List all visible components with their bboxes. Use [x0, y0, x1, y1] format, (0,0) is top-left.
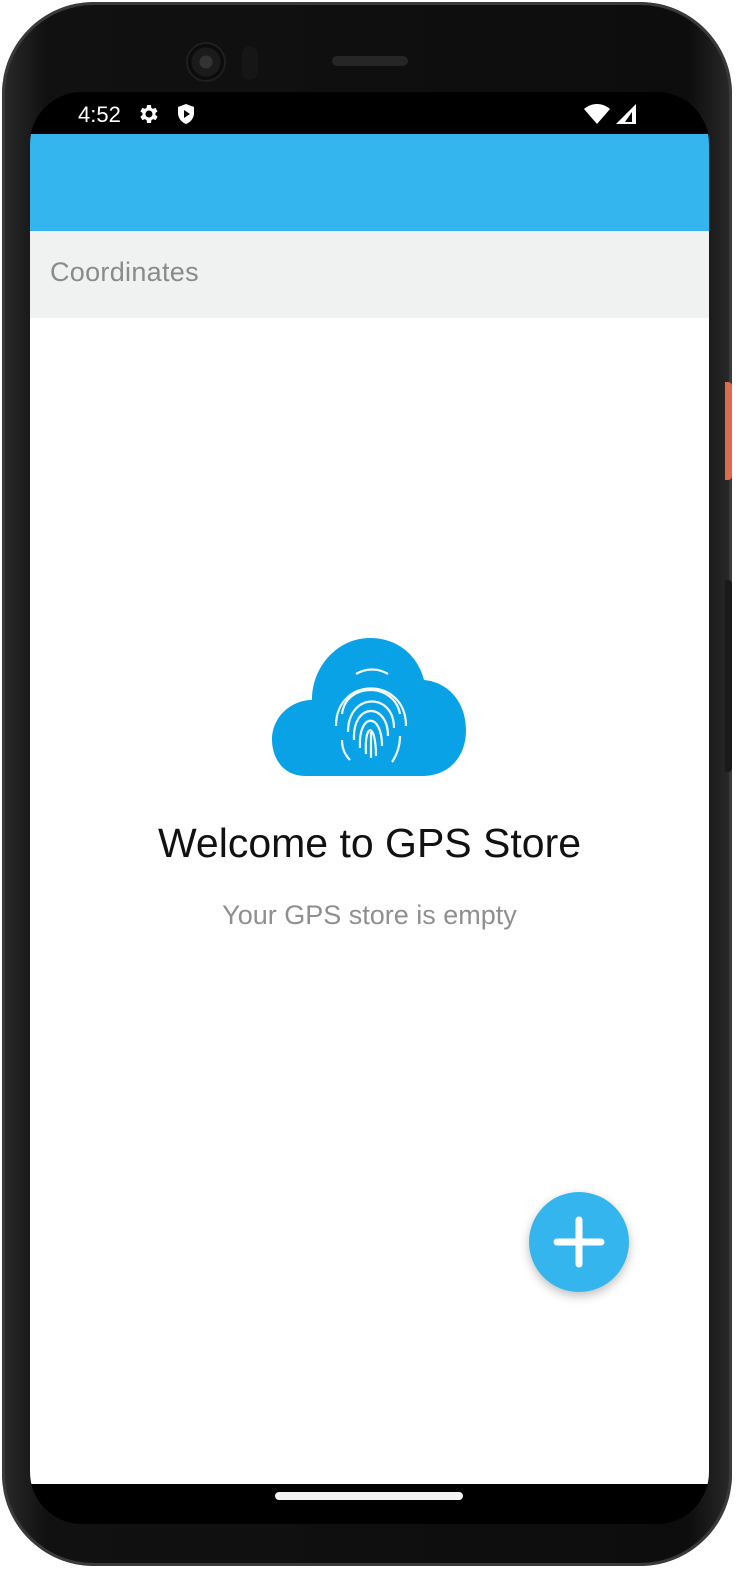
- home-indicator[interactable]: [275, 1492, 463, 1500]
- signal-icon: [614, 102, 638, 126]
- status-bar: 4:52: [30, 92, 709, 134]
- plus-icon: [553, 1216, 605, 1268]
- empty-state-subtitle: Your GPS store is empty: [222, 900, 517, 930]
- settings-icon: [136, 102, 160, 126]
- add-coordinate-button[interactable]: [529, 1192, 629, 1292]
- wifi-icon: [584, 102, 610, 126]
- front-camera: [188, 44, 224, 80]
- app-bar: [30, 134, 709, 231]
- section-header: Coordinates: [30, 231, 709, 318]
- proximity-sensor: [242, 46, 258, 80]
- cloud-fingerprint-icon: [272, 636, 466, 776]
- earpiece-speaker: [332, 56, 408, 66]
- nav-bar: [30, 1484, 709, 1524]
- shield-icon: [174, 102, 198, 126]
- empty-state-title: Welcome to GPS Store: [157, 820, 582, 866]
- phone-frame: 4:52 Coordinates Welcome to GPS Store Yo…: [2, 2, 732, 1566]
- volume-button: [725, 580, 732, 772]
- empty-state: Welcome to GPS Store Your GPS store is e…: [30, 318, 709, 1484]
- status-time: 4:52: [78, 102, 121, 127]
- screen: 4:52 Coordinates Welcome to GPS Store Yo…: [30, 92, 709, 1524]
- power-button: [725, 382, 732, 480]
- section-title: Coordinates: [50, 257, 199, 287]
